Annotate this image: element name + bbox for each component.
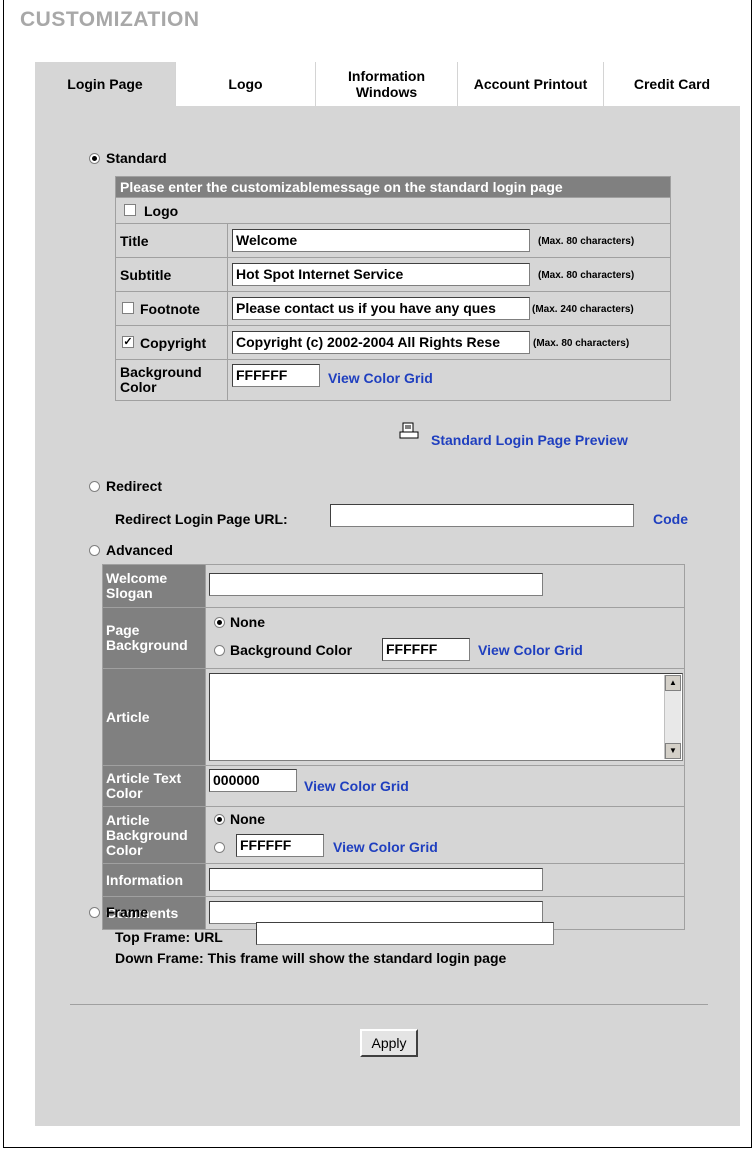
frame-label: Frame	[106, 904, 149, 920]
footnote-input[interactable]: Please contact us if you have any ques	[232, 297, 530, 320]
title-label: Title	[115, 223, 228, 258]
copyright-checkbox[interactable]: ✓	[122, 336, 134, 348]
redirect-url-label: Redirect Login Page URL:	[115, 511, 288, 527]
tab-information-windows[interactable]: Information Windows	[316, 62, 458, 106]
title-input[interactable]: Welcome	[232, 229, 530, 252]
standard-message-table: Please enter the customizablemessage on …	[115, 176, 671, 401]
standard-radio[interactable]	[89, 153, 100, 164]
subtitle-input[interactable]: Hot Spot Internet Service	[232, 263, 530, 286]
page-title: CUSTOMIZATION	[20, 8, 200, 31]
page-bg-color-input[interactable]: FFFFFF	[382, 638, 470, 661]
subtitle-label: Subtitle	[115, 257, 228, 292]
footnote-label: Footnote	[140, 300, 200, 317]
tab-account-printout[interactable]: Account Printout	[458, 62, 604, 106]
redirect-code-link[interactable]: Code	[653, 511, 688, 527]
page-bg-none-label: None	[230, 614, 265, 630]
article-scrollbar[interactable]: ▲ ▼	[664, 675, 681, 759]
comments-input[interactable]	[209, 901, 543, 924]
article-bg-color-radio[interactable]	[214, 842, 225, 853]
footnote-checkbox[interactable]	[122, 302, 134, 314]
article-text-color-input[interactable]: 000000	[209, 769, 297, 792]
logo-checkbox[interactable]	[124, 204, 136, 216]
advanced-table: Welcome Slogan Page Background None Backgr…	[102, 564, 685, 930]
title-max-note: (Max. 80 characters)	[538, 236, 635, 247]
tab-bar: Login Page Logo Information Windows Acco…	[35, 62, 740, 106]
standard-login-preview-link[interactable]: Standard Login Page Preview	[431, 432, 628, 448]
scroll-down-icon[interactable]: ▼	[665, 743, 681, 759]
page-bg-view-color-grid-link[interactable]: View Color Grid	[478, 642, 583, 658]
preview-document-icon	[399, 422, 419, 439]
copyright-max-note: (Max. 80 characters)	[533, 338, 630, 349]
page-bg-none-radio[interactable]	[214, 617, 225, 628]
article-textarea[interactable]	[209, 673, 683, 761]
view-color-grid-link[interactable]: View Color Grid	[328, 370, 433, 386]
frame-radio[interactable]	[89, 907, 100, 918]
information-label: Information	[102, 863, 206, 897]
redirect-label: Redirect	[106, 478, 163, 494]
article-text-color-label: Article Text Color	[102, 765, 206, 807]
top-frame-url-input[interactable]	[256, 922, 554, 945]
advanced-label: Advanced	[106, 542, 173, 558]
subtitle-max-note: (Max. 80 characters)	[538, 270, 635, 281]
logo-label: Logo	[144, 202, 179, 219]
advanced-radio[interactable]	[89, 545, 100, 556]
tab-login-page[interactable]: Login Page	[35, 62, 176, 106]
top-frame-url-label: Top Frame: URL	[115, 929, 223, 945]
down-frame-text: Down Frame: This frame will show the sta…	[115, 950, 507, 966]
page-bg-color-label: Background Color	[230, 642, 353, 658]
information-input[interactable]	[209, 868, 543, 891]
background-color-input[interactable]: FFFFFF	[232, 364, 320, 387]
article-bg-none-radio[interactable]	[214, 814, 225, 825]
redirect-url-input[interactable]	[330, 504, 634, 527]
copyright-label: Copyright	[140, 334, 207, 351]
article-text-view-color-grid-link[interactable]: View Color Grid	[304, 778, 409, 794]
copyright-input[interactable]: Copyright (c) 2002-2004 All Rights Rese	[232, 331, 530, 354]
tab-logo[interactable]: Logo	[176, 62, 316, 106]
standard-label: Standard	[106, 150, 167, 166]
article-label: Article	[102, 668, 206, 766]
background-color-label: Background Color	[115, 359, 228, 401]
apply-button[interactable]: Apply	[360, 1029, 418, 1057]
article-bg-color-input[interactable]: FFFFFF	[236, 834, 324, 857]
article-bg-view-color-grid-link[interactable]: View Color Grid	[333, 839, 438, 855]
standard-table-header: Please enter the customizablemessage on …	[115, 176, 671, 198]
login-page-panel: Standard Please enter the customizableme…	[35, 106, 740, 1126]
page-bg-color-radio[interactable]	[214, 645, 225, 656]
scroll-up-icon[interactable]: ▲	[665, 675, 681, 691]
page-background-label: Page Background	[102, 607, 206, 669]
footnote-max-note: (Max. 240 characters)	[532, 304, 634, 315]
redirect-radio[interactable]	[89, 481, 100, 492]
divider	[70, 1004, 708, 1005]
welcome-slogan-label: Welcome Slogan	[102, 564, 206, 608]
welcome-slogan-input[interactable]	[209, 573, 543, 596]
tab-credit-card[interactable]: Credit Card	[604, 62, 740, 106]
article-bg-none-label: None	[230, 811, 265, 827]
article-background-color-label: Article Background Color	[102, 806, 206, 864]
